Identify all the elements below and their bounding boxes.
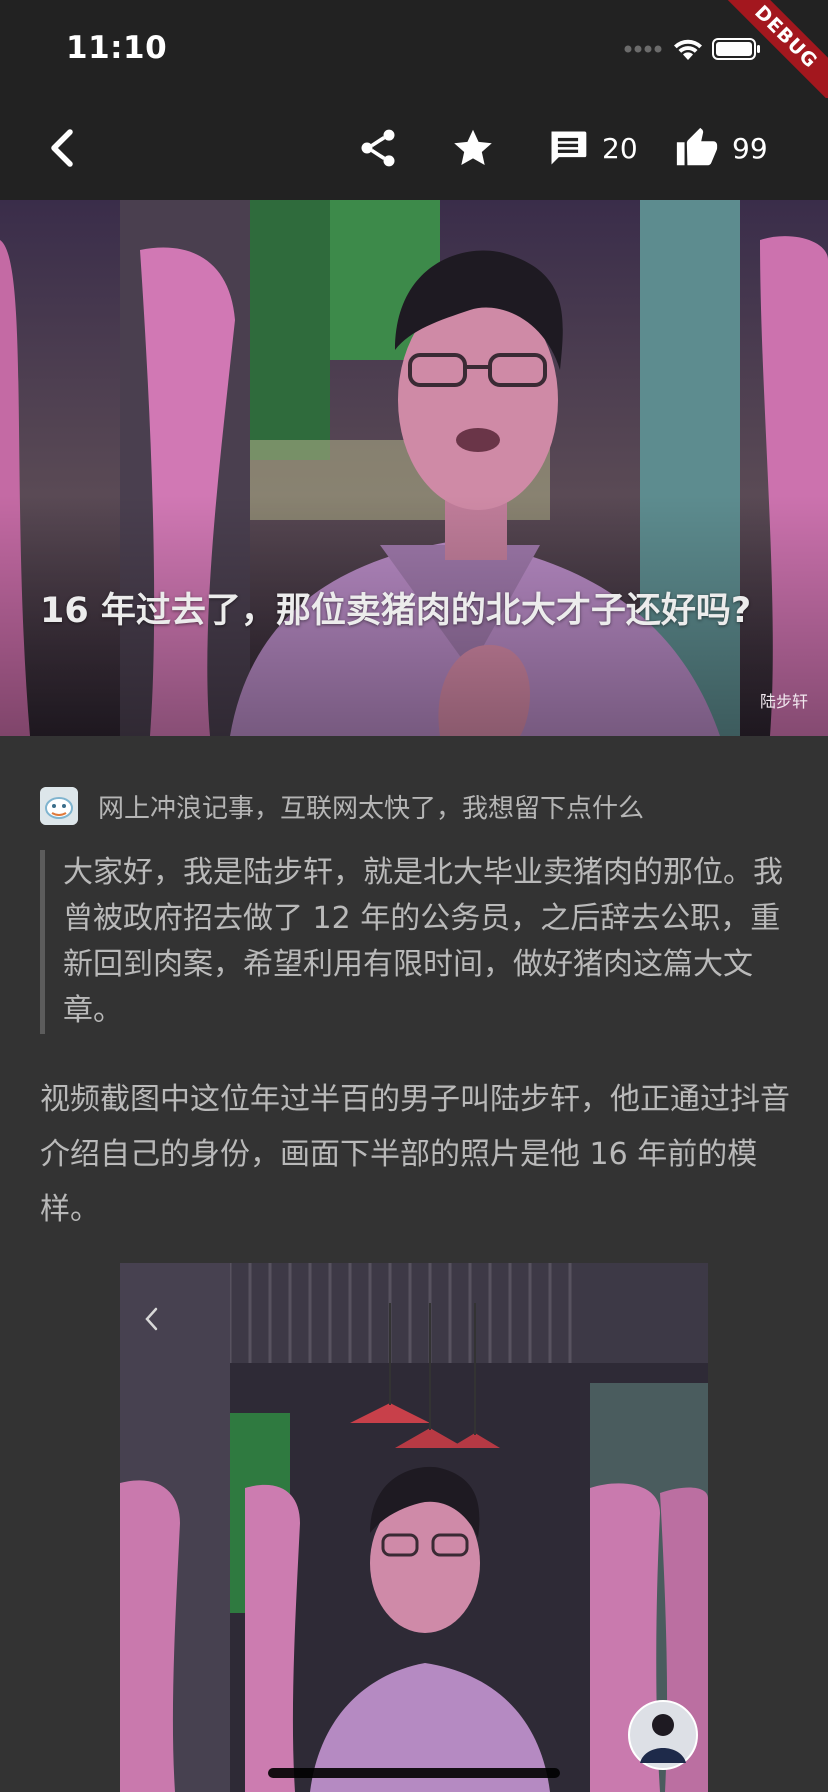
status-bar: 11:10 DEBUG [0, 0, 828, 119]
comment-icon [551, 131, 587, 165]
image-credit: 陆步轩 [759, 692, 808, 711]
home-indicator[interactable] [268, 1768, 560, 1778]
star-icon [454, 129, 492, 166]
article-screen: 11:10 DEBUG 20 99 16 年过去了，那位卖猪肉的北大才子还好吗?… [0, 0, 828, 1792]
source-row[interactable]: 网上冲浪记事，互联网太快了，我想留下点什么 [40, 786, 790, 826]
battery-icon [712, 38, 760, 60]
thumbs-up-icon [676, 127, 718, 166]
inline-photo [120, 1263, 708, 1792]
back-icon[interactable] [38, 122, 90, 174]
like-button[interactable]: 99 [674, 120, 768, 176]
article-title: 16 年过去了，那位卖猪肉的北大才子还好吗? [40, 591, 752, 631]
share-icon [361, 129, 395, 167]
article-inline-image[interactable] [120, 1263, 708, 1792]
hero-photo [0, 200, 828, 736]
top-nav-bar: 20 99 [0, 98, 828, 200]
hero-image[interactable]: 16 年过去了，那位卖猪肉的北大才子还好吗? 陆步轩 [0, 200, 828, 736]
comments-button[interactable]: 20 [546, 120, 638, 176]
wifi-icon [674, 39, 702, 60]
status-time: 11:10 [66, 30, 168, 66]
source-name: 网上冲浪记事，互联网太快了，我想留下点什么 [98, 793, 645, 824]
status-icons [624, 34, 762, 64]
favorite-button[interactable] [450, 120, 496, 176]
like-count: 99 [732, 131, 768, 165]
source-logo-icon [40, 787, 78, 825]
comment-count: 20 [602, 131, 638, 165]
cellular-signal-icon [624, 45, 662, 53]
share-button[interactable] [356, 120, 400, 176]
body-paragraph: 视频截图中这位年过半百的男子叫陆步轩，他正通过抖音介绍自己的身份，画面下半部的照… [40, 1082, 790, 1227]
quote-text: 大家好，我是陆步轩，就是北大毕业卖猪肉的那位。我曾被政府招去做了 12 年的公务… [63, 855, 783, 1028]
blockquote: 大家好，我是陆步轩，就是北大毕业卖猪肉的那位。我曾被政府招去做了 12 年的公务… [40, 850, 790, 1034]
video-back-icon [145, 1307, 158, 1331]
